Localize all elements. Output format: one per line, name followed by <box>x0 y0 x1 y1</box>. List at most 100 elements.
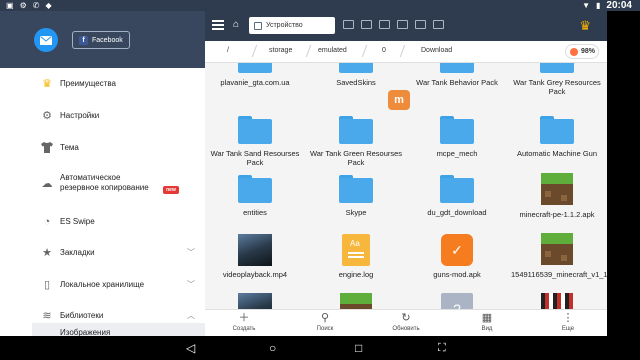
folder-icon <box>540 63 574 73</box>
battery-icon: ▮ <box>596 1 601 10</box>
window-icon <box>254 21 262 30</box>
chevron-down-icon: ﹀ <box>187 248 195 257</box>
file-item[interactable]: Skype <box>306 175 406 217</box>
chevron-up-icon: ︿ <box>187 311 195 320</box>
minecraft-icon <box>541 233 573 265</box>
create-button[interactable]: ＋ Создать <box>219 312 269 333</box>
file-item[interactable]: Automatic Machine Gun <box>507 116 607 158</box>
clock: 20:04 <box>606 0 632 11</box>
grid-view-icon: ▦ <box>481 312 493 324</box>
breadcrumb-item[interactable]: emulated <box>318 47 347 54</box>
file-item[interactable]: War Tank Green Resourses Pack <box>306 116 406 167</box>
sidebar-item-theme[interactable]: Тема <box>0 132 205 163</box>
file-item[interactable]: entities <box>205 175 305 217</box>
sidebar-item-es-swipe[interactable]: ◔ ES Swipe <box>0 206 205 237</box>
sidebar-item-settings[interactable]: ⚙ Настройки <box>0 100 205 131</box>
window-tab-icon[interactable] <box>397 20 408 29</box>
refresh-icon: ↻ <box>401 312 411 324</box>
facebook-label: Facebook <box>92 36 123 44</box>
screen: ▣ ⚙ ✆ ◆ ▼ ▮ 20:04 f Facebook ♛ Преимущес… <box>0 0 640 360</box>
breadcrumb-item[interactable]: 0 <box>382 47 386 54</box>
folder-icon <box>339 116 373 144</box>
drawer-header: f Facebook <box>0 11 205 68</box>
video-thumbnail <box>238 234 272 266</box>
file-item[interactable]: du_gdt_download <box>407 175 507 217</box>
back-icon[interactable]: ◁ <box>186 340 195 356</box>
storage-icon <box>570 47 578 56</box>
phone-icon: ✆ <box>32 1 40 10</box>
bottom-toolbar: ＋ Создать ⚲ Поиск ↻ Обновить ▦ Вид ⋮ Еще <box>205 309 607 336</box>
screenshot-icon[interactable]: ⛶ <box>438 340 446 356</box>
folder-icon <box>440 175 474 203</box>
file-item[interactable]: plavanie_gta.com.ua <box>205 63 305 87</box>
settings-icon: ⚙ <box>19 1 27 10</box>
document-icon: Aa <box>342 234 370 266</box>
folder-icon <box>540 116 574 144</box>
facebook-button[interactable]: f Facebook <box>72 31 130 49</box>
window-tab-icon[interactable] <box>343 20 354 29</box>
file-item[interactable]: 1549116539_minecraft_v1_10_0_3_modmcpe_n… <box>507 233 607 279</box>
app-icon: ▣ <box>6 1 14 10</box>
window-tab-icon[interactable] <box>415 20 426 29</box>
menu-icon[interactable] <box>212 20 224 30</box>
file-item[interactable]: War Tank Sand Resourses Pack <box>205 116 305 167</box>
window-tab-icon[interactable] <box>361 20 372 29</box>
recents-icon[interactable]: □ <box>355 340 362 356</box>
wifi-icon: ▼ <box>582 1 591 10</box>
window-tab-icon[interactable] <box>433 20 444 29</box>
crown-icon[interactable]: ♛ <box>579 18 591 34</box>
cloud-icon: ☁ <box>41 177 53 190</box>
home-icon[interactable]: ⌂ <box>233 19 239 30</box>
breadcrumb-item[interactable]: storage <box>269 47 292 54</box>
more-button[interactable]: ⋮ Еще <box>543 312 593 333</box>
breadcrumb-item[interactable]: / <box>227 47 229 54</box>
screen-edge <box>607 11 640 336</box>
layers-icon: ≋ <box>42 310 52 322</box>
android-nav-bar: ◁ ○ □ ⛶ <box>0 336 640 360</box>
view-button[interactable]: ▦ Вид <box>462 312 512 333</box>
file-item[interactable]: ✓ guns-mod.apk <box>407 234 507 279</box>
video-thumbnail[interactable] <box>238 293 272 309</box>
file-item[interactable]: mcpe_mech <box>407 116 507 158</box>
unknown-file-icon[interactable]: ? <box>441 293 473 309</box>
phone-icon: ▯ <box>43 279 51 291</box>
storage-indicator[interactable]: 98% <box>565 44 599 59</box>
minecraft-icon <box>541 173 573 205</box>
folder-icon <box>238 175 272 203</box>
sidebar-item-local-storage[interactable]: ▯ Локальное хранилище ﹀ <box>0 269 205 300</box>
file-item[interactable]: SavedSkins <box>306 63 406 87</box>
file-item[interactable]: War Tank Behavior Pack <box>407 63 507 87</box>
file-item[interactable]: War Tank Grey Resources Pack <box>507 63 607 96</box>
home-icon[interactable]: ○ <box>269 340 276 356</box>
sidebar-item-bookmarks[interactable]: ★ Закладки ﹀ <box>0 237 205 268</box>
breadcrumb-item[interactable]: Download <box>421 47 452 54</box>
star-icon: ★ <box>42 247 52 259</box>
shirt-icon <box>40 141 54 155</box>
folder-icon <box>238 63 272 73</box>
image-thumbnail[interactable] <box>541 293 573 309</box>
mail-button[interactable] <box>34 28 58 52</box>
refresh-button[interactable]: ↻ Обновить <box>381 312 431 333</box>
folder-icon <box>440 63 474 73</box>
folder-icon <box>339 175 373 203</box>
chevron-down-icon: ﹀ <box>187 280 195 289</box>
top-bar: ⌂ Устройство ♛ <box>205 11 607 41</box>
folder-icon <box>440 116 474 144</box>
file-item[interactable]: minecraft-pe-1.1.2.apk <box>507 173 607 219</box>
swipe-icon: ◔ <box>43 215 51 228</box>
floating-m-icon[interactable]: m <box>388 90 410 110</box>
sidebar-item-auto-backup[interactable]: ☁ Автоматическое резервное копирование <box>0 163 205 203</box>
search-button[interactable]: ⚲ Поиск <box>300 312 350 333</box>
file-item[interactable]: Aa engine.log <box>306 234 406 279</box>
tab-device[interactable]: Устройство <box>249 17 335 34</box>
crown-icon: ♛ <box>42 78 52 90</box>
minecraft-icon[interactable] <box>340 293 372 309</box>
more-vert-icon: ⋮ <box>562 312 574 324</box>
folder-icon <box>339 63 373 73</box>
search-icon: ⚲ <box>320 312 330 324</box>
folder-icon <box>238 116 272 144</box>
sidebar-item-premium[interactable]: ♛ Преимущества <box>0 68 205 99</box>
new-badge: new <box>163 186 179 194</box>
window-tab-icon[interactable] <box>379 20 390 29</box>
file-item[interactable]: videoplayback.mp4 <box>205 234 305 279</box>
